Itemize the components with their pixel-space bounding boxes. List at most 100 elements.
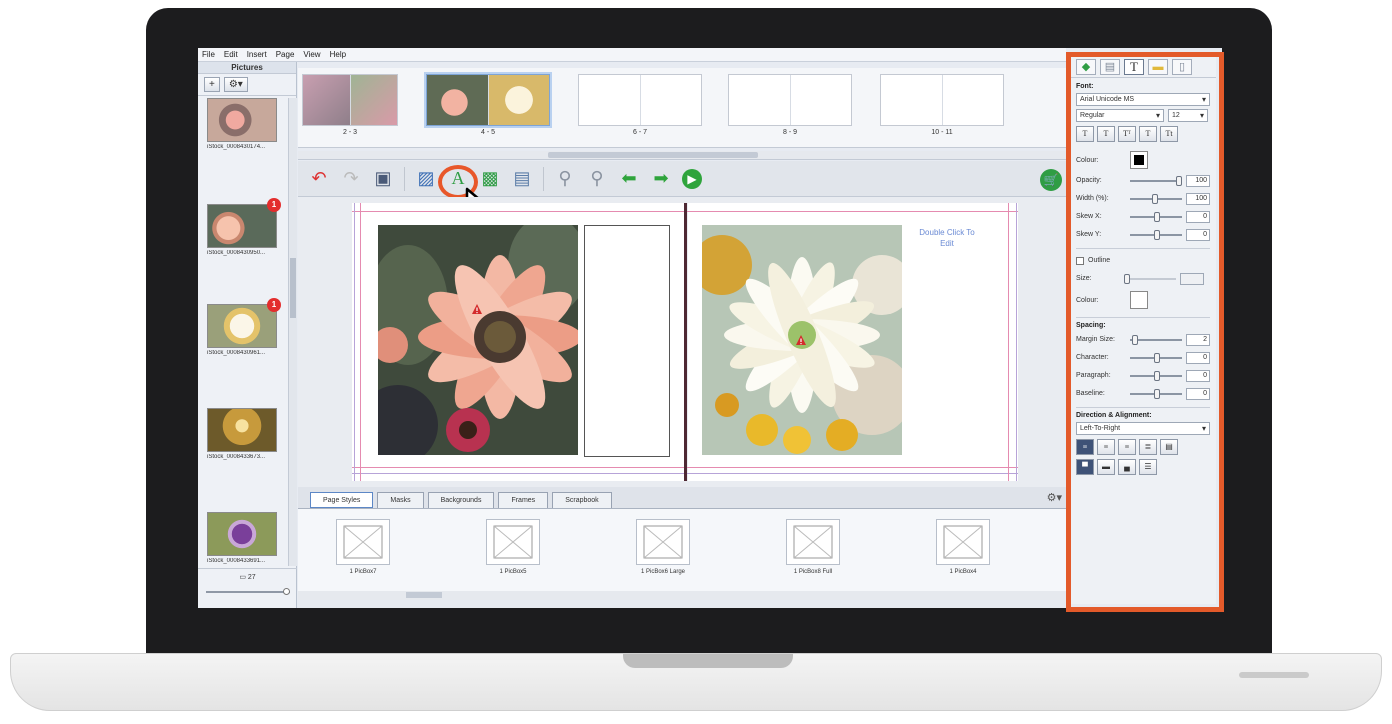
warning-icon [472,304,482,314]
spread-page [641,75,702,125]
bleed-guide [354,203,355,481]
tab-frames[interactable]: Frames [498,492,549,508]
add-picture-button[interactable]: + [204,77,220,92]
page-style-preview [786,519,840,565]
scroll-thumb[interactable] [548,152,758,158]
spread-preview [426,74,550,126]
picture-thumb[interactable]: 1 iStock_000843095​0... [207,198,281,256]
page-style-item[interactable]: 1 PicBox8 Full [768,519,858,575]
menu-insert[interactable]: Insert [247,50,267,59]
picture-thumb[interactable]: iStock_000843017​4... [207,98,277,150]
picture-caption: iStock_000843369​1... [207,558,266,564]
redo-icon[interactable]: ↷ [340,168,362,190]
page-style-label: 1 PicBox7 [349,569,377,575]
add-clipart-icon[interactable]: ▤ [511,168,533,190]
spread-preview [302,74,398,126]
main-toolbar: ↶ ↷ ▣ ▨ A ▩ ▤ ⚲ ⚲ ⬅ ➡ ▶ 🛒 [298,161,1066,197]
spread-label: 6 - 7 [632,129,647,136]
previous-page-icon[interactable]: ⬅ [618,168,640,190]
page-style-item[interactable]: 1 PicBox4 [918,519,1008,575]
double-click-to-edit[interactable]: Double Click To Edit [912,227,982,249]
laptop-base [10,653,1382,711]
slider-handle[interactable] [283,588,290,595]
menu-view[interactable]: View [303,50,320,59]
spread-item[interactable]: 2 - 3 [302,74,398,136]
pictures-panel: Pictures + ⚙▾ iStock_000843017​4... 1 iS… [198,62,297,608]
flower-photo-left[interactable] [378,225,578,455]
picture-caption: iStock_000843096​1... [207,350,266,356]
spread-scrollbar[interactable] [298,151,1066,160]
spread-label: 2 - 3 [342,129,357,136]
picture-caption: iStock_000843017​4... [207,144,266,150]
picture-image [207,98,277,142]
tab-page-styles[interactable]: Page Styles [310,492,374,508]
picture-thumb[interactable]: iStock_000843367​3... [207,408,277,460]
margin-guide [360,203,361,481]
spread-preview [578,74,702,126]
spread-page [303,75,351,125]
menu-page[interactable]: Page [276,50,295,59]
menu-edit[interactable]: Edit [224,50,238,59]
picture-thumb[interactable]: 1 iStock_000843096​1... [207,298,281,356]
picture-caption: iStock_000843095​0... [207,250,266,256]
page-style-preview [486,519,540,565]
pictures-scrollbar[interactable] [288,98,297,566]
page-styles-strip: 1 PicBox7 1 PicBox5 1 PicBox6 Large 1 Pi… [298,509,1066,591]
bleed-guide [1016,203,1017,481]
picture-image [207,204,277,248]
laptop-slot [1239,672,1309,678]
page-style-label: 1 PicBox5 [499,569,527,575]
undo-icon[interactable]: ↶ [308,168,330,190]
spread-label: 10 - 11 [931,129,953,136]
pictures-title: Pictures [198,62,296,74]
spread-page [427,75,489,125]
spread-page [350,75,397,125]
tab-masks[interactable]: Masks [377,492,424,508]
tab-scrapbook[interactable]: Scrapbook [552,492,612,508]
shopping-cart-icon[interactable]: 🛒 [1040,169,1062,191]
text-box[interactable] [584,225,670,457]
spread-item[interactable]: 6 - 7 [578,74,702,136]
spread-item[interactable]: 4 - 5 [426,74,550,136]
scroll-thumb[interactable] [406,592,442,598]
zoom-out-icon[interactable]: ⚲ [586,168,608,190]
pictures-gear-button[interactable]: ⚙▾ [223,77,248,92]
page-style-item[interactable]: 1 PicBox6 Large [618,519,708,575]
tab-backgrounds[interactable]: Backgrounds [427,492,495,508]
warning-badge: 1 [267,198,281,212]
page-spine [684,203,687,481]
pictures-icon: ▭ [239,574,248,581]
page-style-item[interactable]: 1 PicBox5 [468,519,558,575]
page-style-label: 1 PicBox6 Large [640,569,686,575]
placeholder-icon [943,525,983,559]
picture-thumb[interactable]: iStock_000843369​1... [207,512,277,564]
save-icon[interactable]: ▣ [372,168,394,190]
zoom-in-icon[interactable]: ⚲ [554,168,576,190]
menu-file[interactable]: File [202,50,215,59]
add-picture-box-icon[interactable]: ▨ [415,168,437,190]
page-canvas: Double Click To Edit [298,197,1066,487]
thumb-size-slider[interactable] [206,588,290,595]
spread-item[interactable]: 10 - 11 [880,74,1004,136]
page-style-item[interactable]: 1 PicBox7 [318,519,408,575]
picture-caption: iStock_000843367​3... [207,454,266,460]
pictures-footer: ▭ 27 [198,568,297,608]
placeholder-icon [643,525,683,559]
styles-scrollbar[interactable] [298,591,1066,600]
gear-icon[interactable]: ⚙▾ [1047,491,1062,504]
scroll-thumb[interactable] [290,258,296,318]
placeholder-icon [493,525,533,559]
picture-image [207,408,277,452]
picture-count: ▭ 27 [198,573,297,581]
placeholder-icon [793,525,833,559]
preview-icon[interactable]: ▶ [682,168,702,189]
spread-item[interactable]: 8 - 9 [728,74,852,136]
next-page-icon[interactable]: ➡ [650,168,672,190]
flower-photo-art [378,225,578,455]
toolbar-divider [543,166,544,191]
menu-help[interactable]: Help [330,50,346,59]
laptop-notch [623,654,793,668]
warning-badge: 1 [267,298,281,312]
picture-image [207,512,277,556]
spread-preview [728,74,852,126]
